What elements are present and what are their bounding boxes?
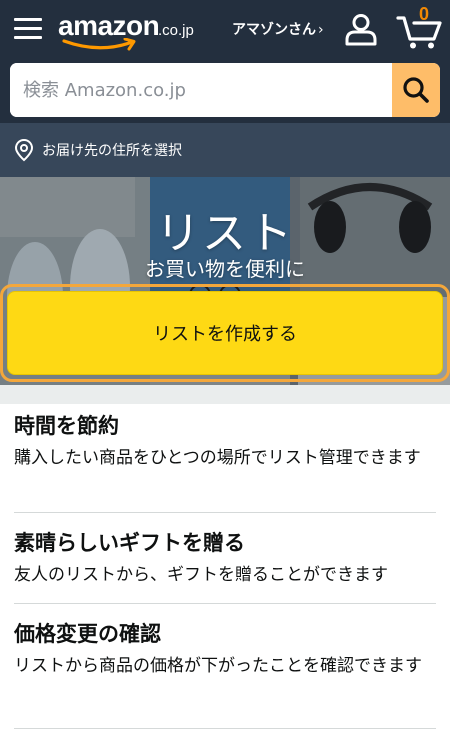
- feature-description: リストから商品の価格が下がったことを確認できます: [14, 656, 422, 676]
- logo-smile-icon: [62, 38, 136, 51]
- lists-hero-banner: リスト お買い物を便利に リストを作成する: [0, 177, 450, 385]
- hero-title: リスト: [156, 208, 294, 259]
- hero-subtitle: お買い物を便利に: [145, 257, 305, 281]
- feature-price-changes: 価格変更の確認 リストから商品の価格が下がったことを確認できます: [0, 620, 450, 680]
- delivery-address-selector[interactable]: お届け先の住所を選択: [0, 123, 450, 177]
- feature-title: 素晴らしいギフトを贈る: [14, 531, 245, 555]
- delivery-label: お届け先の住所を選択: [42, 143, 182, 159]
- cart-button[interactable]: 0: [396, 4, 444, 50]
- chevron-right-icon: ›: [318, 22, 324, 38]
- divider: [14, 512, 436, 513]
- feature-description: 友人のリストから、ギフトを贈ることができます: [14, 565, 388, 585]
- feature-title: 価格変更の確認: [14, 622, 161, 646]
- section-separator: [0, 385, 450, 404]
- location-pin-icon: [14, 138, 34, 162]
- search-input[interactable]: [10, 63, 392, 117]
- account-link[interactable]: アマゾンさん ›: [232, 19, 324, 39]
- search-icon: [403, 77, 429, 103]
- search-bar: [10, 63, 440, 117]
- cart-count-badge: 0: [418, 4, 429, 24]
- create-list-focus-ring: リストを作成する: [0, 284, 450, 382]
- feature-title: 時間を節約: [14, 414, 119, 438]
- feature-send-gifts: 素晴らしいギフトを贈る 友人のリストから、ギフトを贈ることができます: [0, 529, 450, 589]
- search-button[interactable]: [392, 63, 440, 117]
- amazon-logo[interactable]: amazon .co.jp: [58, 8, 208, 52]
- create-list-button[interactable]: リストを作成する: [7, 291, 443, 375]
- menu-icon[interactable]: [14, 17, 42, 41]
- account-name: アマゾンさん: [232, 22, 316, 38]
- divider: [14, 603, 436, 604]
- divider: [14, 728, 436, 729]
- feature-description: 購入したい商品をひとつの場所でリスト管理できます: [14, 448, 421, 468]
- logo-domain: .co.jp: [158, 22, 194, 39]
- user-icon[interactable]: [344, 12, 378, 46]
- top-navigation-bar: amazon .co.jp アマゾンさん › 0: [0, 0, 450, 123]
- feature-save-time: 時間を節約 購入したい商品をひとつの場所でリスト管理できます: [0, 412, 450, 472]
